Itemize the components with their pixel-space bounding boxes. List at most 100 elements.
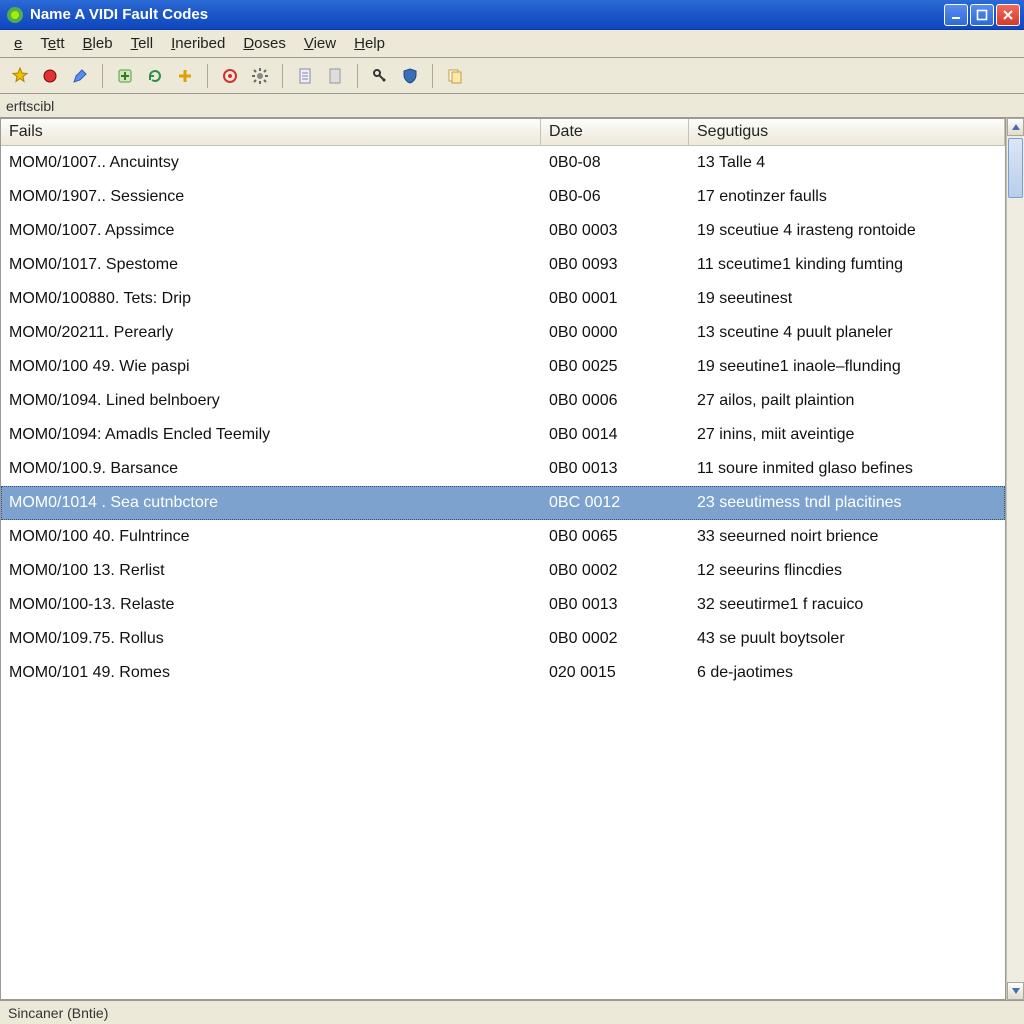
list-view[interactable]: Fails Date Segutigus MOM0/1007.. Ancuint… [0, 118, 1006, 1000]
cell-fail: MOM0/100 40. Fulntrince [1, 528, 541, 546]
plus-icon[interactable] [171, 62, 199, 90]
cell-date: 0B0-06 [541, 188, 689, 206]
cell-fail: MOM0/1094. Lined belnboery [1, 392, 541, 410]
table-row[interactable]: MOM0/100880. Tets: Drip0B0 000119 seeuti… [1, 282, 1005, 316]
cell-seg: 6 de-jaotimes [689, 664, 1005, 682]
column-header: Fails Date Segutigus [1, 119, 1005, 146]
table-row[interactable]: MOM0/100 40. Fulntrince0B0 006533 seeurn… [1, 520, 1005, 554]
column-segutigus[interactable]: Segutigus [689, 119, 1005, 145]
cell-seg: 43 se puult boytsoler [689, 630, 1005, 648]
cell-date: 0B0 0014 [541, 426, 689, 444]
cell-date: 0B0 0093 [541, 256, 689, 274]
table-row[interactable]: MOM0/1007. Apssimce0B0 000319 sceutiue 4… [1, 214, 1005, 248]
cell-seg: 33 seeurned noirt brience [689, 528, 1005, 546]
cell-seg: 11 soure inmited glaso befines [689, 460, 1005, 478]
cell-seg: 13 Talle 4 [689, 154, 1005, 172]
maximize-button[interactable] [970, 4, 994, 26]
menu-bar: eTettBlebTellIneribedDosesViewHelp [0, 30, 1024, 58]
menu-item[interactable]: e [6, 33, 30, 54]
copy-icon[interactable] [441, 62, 469, 90]
app-icon [6, 6, 24, 24]
cell-fail: MOM0/1907.. Sessience [1, 188, 541, 206]
cell-fail: MOM0/1017. Spestome [1, 256, 541, 274]
cell-date: 0B0 0065 [541, 528, 689, 546]
table-row[interactable]: MOM0/101 49. Romes020 0015 6 de-jaotimes [1, 656, 1005, 690]
shield-icon[interactable] [396, 62, 424, 90]
page-icon[interactable] [321, 62, 349, 90]
menu-item[interactable]: Doses [235, 33, 294, 54]
menu-item[interactable]: Bleb [75, 33, 121, 54]
cell-fail: MOM0/100.9. Barsance [1, 460, 541, 478]
cell-date: 0B0 0025 [541, 358, 689, 376]
cell-fail: MOM0/100-13. Relaste [1, 596, 541, 614]
scroll-track[interactable] [1007, 136, 1024, 982]
main-area: Fails Date Segutigus MOM0/1007.. Ancuint… [0, 118, 1024, 1000]
key-icon[interactable] [366, 62, 394, 90]
status-text: Sincaner (Bntie) [8, 1005, 108, 1021]
table-row[interactable]: MOM0/1014 . Sea cutnbctore0BC 001223 see… [1, 486, 1005, 520]
table-row[interactable]: MOM0/100-13. Relaste0B0 001332 seeutirme… [1, 588, 1005, 622]
table-row[interactable]: MOM0/20211. Perearly0B0 000013 sceutine … [1, 316, 1005, 350]
toolbar-separator [432, 64, 433, 88]
gear-icon[interactable] [246, 62, 274, 90]
path-text: erftscibl [6, 98, 54, 114]
vertical-scrollbar[interactable] [1006, 118, 1024, 1000]
cell-date: 0B0 0013 [541, 596, 689, 614]
cell-fail: MOM0/1014 . Sea cutnbctore [1, 494, 541, 512]
cell-date: 0B0 0006 [541, 392, 689, 410]
toolbar-separator [102, 64, 103, 88]
star-icon[interactable] [6, 62, 34, 90]
scroll-down-button[interactable] [1007, 982, 1024, 1000]
record-icon[interactable] [36, 62, 64, 90]
table-row[interactable]: MOM0/1094: Amadls Encled Teemily0B0 0014… [1, 418, 1005, 452]
toolbar [0, 58, 1024, 94]
table-row[interactable]: MOM0/109.75. Rollus0B0 000243 se puult b… [1, 622, 1005, 656]
table-row[interactable]: MOM0/1007.. Ancuintsy0B0-0813 Talle 4 [1, 146, 1005, 180]
table-row[interactable]: MOM0/1094. Lined belnboery0B0 000627 ail… [1, 384, 1005, 418]
menu-item[interactable]: Help [346, 33, 393, 54]
doc-icon[interactable] [291, 62, 319, 90]
title-bar: Name A VIDI Fault Codes [0, 0, 1024, 30]
cell-seg: 12 seeurins flincdies [689, 562, 1005, 580]
path-bar: erftscibl [0, 94, 1024, 118]
table-row[interactable]: MOM0/1017. Spestome0B0 009311 sceutime1 … [1, 248, 1005, 282]
refresh-icon[interactable] [141, 62, 169, 90]
add-icon[interactable] [111, 62, 139, 90]
menu-item[interactable]: View [296, 33, 344, 54]
cell-fail: MOM0/1007. Apssimce [1, 222, 541, 240]
column-fails[interactable]: Fails [1, 119, 541, 145]
scroll-up-button[interactable] [1007, 118, 1024, 136]
window-title: Name A VIDI Fault Codes [30, 6, 944, 23]
menu-item[interactable]: Tell [123, 33, 162, 54]
table-row[interactable]: MOM0/100.9. Barsance0B0 001311 soure inm… [1, 452, 1005, 486]
menu-item[interactable]: Ineribed [163, 33, 233, 54]
cell-date: 0B0 0002 [541, 630, 689, 648]
target-icon[interactable] [216, 62, 244, 90]
cell-date: 0B0 0003 [541, 222, 689, 240]
cell-seg: 17 enotinzer faulls [689, 188, 1005, 206]
cell-seg: 11 sceutime1 kinding fumting [689, 256, 1005, 274]
cell-date: 0B0 0001 [541, 290, 689, 308]
cell-date: 0B0 0013 [541, 460, 689, 478]
cell-seg: 19 sceutiue 4 irasteng rontoide [689, 222, 1005, 240]
table-row[interactable]: MOM0/100 49. Wie paspi0B0 002519 seeutin… [1, 350, 1005, 384]
scroll-thumb[interactable] [1008, 138, 1023, 198]
close-button[interactable] [996, 4, 1020, 26]
cell-fail: MOM0/101 49. Romes [1, 664, 541, 682]
cell-fail: MOM0/100 49. Wie paspi [1, 358, 541, 376]
cell-fail: MOM0/100880. Tets: Drip [1, 290, 541, 308]
cell-seg: 19 seeutine1 inaole–flunding [689, 358, 1005, 376]
cell-seg: 27 inins, miit aveintige [689, 426, 1005, 444]
cell-fail: MOM0/20211. Perearly [1, 324, 541, 342]
menu-item[interactable]: Tett [32, 33, 72, 54]
toolbar-separator [207, 64, 208, 88]
window-buttons [944, 4, 1020, 26]
table-row[interactable]: MOM0/100 13. Rerlist0B0 000212 seeurins … [1, 554, 1005, 588]
pencil-icon[interactable] [66, 62, 94, 90]
minimize-button[interactable] [944, 4, 968, 26]
table-row[interactable]: MOM0/1907.. Sessience0B0-0617 enotinzer … [1, 180, 1005, 214]
cell-date: 020 0015 [541, 664, 689, 682]
column-date[interactable]: Date [541, 119, 689, 145]
cell-seg: 19 seeutinest [689, 290, 1005, 308]
status-bar: Sincaner (Bntie) [0, 1000, 1024, 1024]
